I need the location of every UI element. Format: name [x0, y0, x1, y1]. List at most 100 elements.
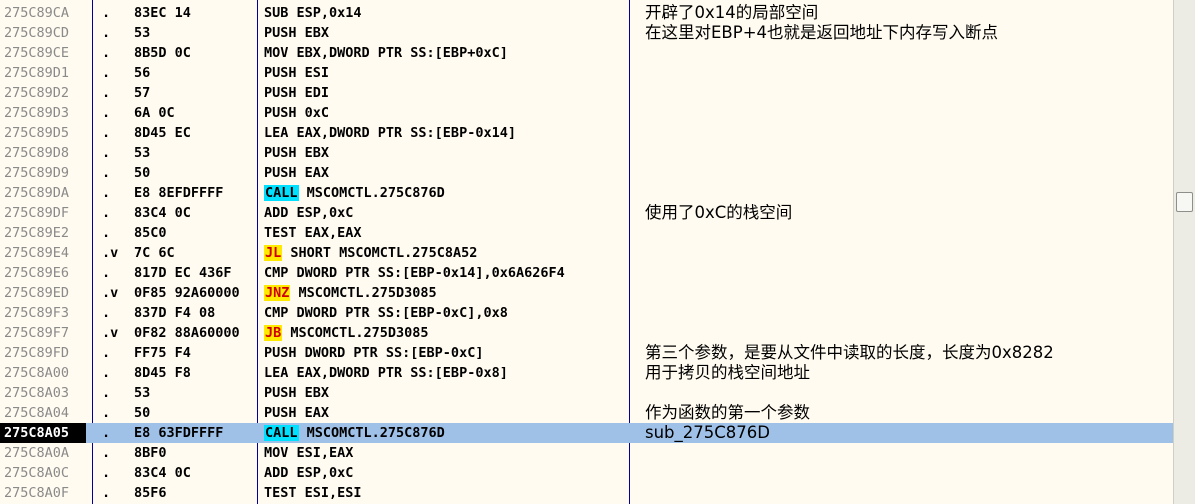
jump-marker: .v — [102, 285, 119, 301]
hex-bytes-cell: 57 — [134, 85, 151, 101]
table-row[interactable]: 275C8A0C. 83C4 0C ADD ESP,0xC — [0, 463, 1173, 483]
hex-bytes-cell: 83C4 0C — [134, 205, 191, 221]
address-cell: 275C89E2 — [4, 225, 70, 241]
table-row[interactable]: 275C8A0A. 8BF0 MOV ESI,EAX — [0, 443, 1173, 463]
comment-cell — [645, 383, 1173, 403]
hex-bytes-cell: 8D45 EC — [134, 125, 191, 141]
hex-bytes-cell: 50 — [134, 405, 151, 421]
jump-marker: . — [102, 125, 111, 141]
table-row[interactable]: 275C89ED .v 0F85 92A60000 JNZ MSCOMCTL.275D… — [0, 283, 1173, 303]
hex-bytes-cell: 6A 0C — [134, 105, 175, 121]
table-row[interactable]: 275C89D8. 53 PUSH EBX — [0, 143, 1173, 163]
address-cell: 275C8A00 — [4, 365, 70, 381]
address-cell: 275C89DA — [4, 185, 70, 201]
instruction-text: MSCOMCTL.275D3085 — [290, 285, 437, 301]
table-row[interactable]: 275C89D2. 57 PUSH EDI — [0, 83, 1173, 103]
comment-cell — [645, 283, 1173, 303]
table-row[interactable]: 275C8A03. 53 PUSH EBX — [0, 383, 1173, 403]
jump-marker: . — [102, 405, 111, 421]
disassembly-cell: PUSH DWORD PTR SS:[EBP-0xC] — [264, 343, 630, 363]
address-cell: 275C89CE — [4, 45, 70, 61]
disassembly-cell: SUB ESP,0x14 — [264, 3, 630, 23]
disassembly-listing[interactable]: 275C89CA. 83EC 14 SUB ESP,0x14 开辟了0x14的局部空间… — [0, 0, 1173, 504]
comment-cell — [645, 443, 1173, 463]
table-row[interactable]: 275C8A0F. 85F6 TEST ESI,ESI — [0, 483, 1173, 503]
disassembly-cell: CALL MSCOMCTL.275C876D — [264, 183, 630, 203]
address-cell: 275C89FD — [4, 345, 70, 361]
instruction-text: PUSH EDI — [264, 85, 330, 101]
address-cell: 275C8A03 — [4, 385, 70, 401]
comment-cell — [645, 243, 1173, 263]
hex-bytes-cell: 8BF0 — [134, 445, 167, 461]
table-row[interactable]: 275C89F3. 837D F4 08 CMP DWORD PTR SS:[EBP… — [0, 303, 1173, 323]
address-cell: 275C89E4 — [4, 245, 70, 261]
table-row[interactable]: 275C89DA. E8 8EFDFFFF CALL MSCOMCTL.275C87… — [0, 183, 1173, 203]
instruction-text: PUSH EAX — [264, 165, 330, 181]
disassembly-cell: CMP DWORD PTR SS:[EBP-0xC],0x8 — [264, 303, 630, 323]
comment-cell: 用于拷贝的栈空间地址 — [645, 363, 810, 382]
hex-bytes-cell: 0F85 92A60000 — [134, 285, 240, 301]
instruction-text: MSCOMCTL.275D3085 — [282, 325, 429, 341]
jump-marker: .v — [102, 325, 119, 341]
hex-bytes-cell: 7C 6C — [134, 245, 175, 261]
comment-cell: 开辟了0x14的局部空间 — [645, 3, 819, 22]
table-row[interactable]: 275C89F7 .v 0F82 88A60000 JB MSCOMCTL.275D3… — [0, 323, 1173, 343]
table-row[interactable]: 275C89D9. 50 PUSH EAX — [0, 163, 1173, 183]
comment-cell — [645, 123, 1173, 143]
instruction-text: PUSH EBX — [264, 145, 330, 161]
instruction-text: PUSH 0xC — [264, 105, 330, 121]
comment-cell — [645, 483, 1173, 503]
table-row[interactable]: 275C89FD. FF75 F4 PUSH DWORD PTR SS:[EBP-0… — [0, 343, 1173, 363]
address-cell: 275C89D2 — [4, 85, 70, 101]
jump-marker: . — [102, 425, 111, 441]
comment-cell: sub_275C876D — [645, 423, 770, 442]
instruction-text: MOV ESI,EAX — [264, 445, 354, 461]
instruction-text: LEA EAX,DWORD PTR SS:[EBP-0x14] — [264, 125, 516, 141]
comment-cell: 作为函数的第一个参数 — [645, 403, 810, 422]
table-row[interactable]: 275C89CA. 83EC 14 SUB ESP,0x14 开辟了0x14的局部空间 — [0, 3, 1173, 23]
address-cell: 275C89D3 — [4, 105, 70, 121]
disassembly-cell: PUSH EDI — [264, 83, 630, 103]
address-cell: 275C8A0C — [4, 465, 70, 481]
scrollbar-thumb[interactable] — [1176, 192, 1193, 212]
address-cell: 275C8A05 — [0, 423, 86, 443]
comment-cell: 第三个参数，是要从文件中读取的长度，长度为0x8282 — [645, 343, 1054, 362]
jump-marker: . — [102, 385, 111, 401]
table-row[interactable]: 275C8A04. 50 PUSH EAX 作为函数的第一个参数 — [0, 403, 1173, 423]
disassembly-cell: LEA EAX,DWORD PTR SS:[EBP-0x8] — [264, 363, 630, 383]
disassembly-cell: PUSH EBX — [264, 23, 630, 43]
jump-marker: . — [102, 445, 111, 461]
comment-cell — [645, 303, 1173, 323]
disassembly-cell: PUSH EAX — [264, 403, 630, 423]
table-row[interactable]: 275C8A00. 8D45 F8 LEA EAX,DWORD PTR SS:[EB… — [0, 363, 1173, 383]
hex-bytes-cell: 0F82 88A60000 — [134, 325, 240, 341]
disassembly-cell: ADD ESP,0xC — [264, 203, 630, 223]
table-row[interactable]: 275C89CE. 8B5D 0C MOV EBX,DWORD PTR SS:[EB… — [0, 43, 1173, 63]
disassembly-cell: PUSH 0xC — [264, 103, 630, 123]
table-row[interactable]: 275C89D3. 6A 0C PUSH 0xC — [0, 103, 1173, 123]
table-row[interactable]: 275C89E4 .v 7C 6C JL SHORT MSCOMCTL.275C8A5… — [0, 243, 1173, 263]
disassembly-cell: JNZ MSCOMCTL.275D3085 — [264, 283, 630, 303]
disassembly-cell: TEST ESI,ESI — [264, 483, 630, 503]
address-cell: 275C8A0F — [4, 485, 70, 501]
table-row[interactable]: 275C89CD. 53 PUSH EBX 在这里对EBP+4也就是返回地址下内存写入… — [0, 23, 1173, 43]
table-row[interactable]: 275C89E2. 85C0 TEST EAX,EAX — [0, 223, 1173, 243]
jump-marker: . — [102, 25, 111, 41]
table-row[interactable]: 275C89D5. 8D45 EC LEA EAX,DWORD PTR SS:[EB… — [0, 123, 1173, 143]
vertical-scrollbar[interactable] — [1173, 0, 1195, 504]
hex-bytes-cell: 83EC 14 — [134, 5, 191, 21]
jump-marker: .v — [102, 245, 119, 261]
jump-marker: . — [102, 165, 111, 181]
table-row[interactable]: 275C89D1. 56 PUSH ESI — [0, 63, 1173, 83]
comment-cell — [645, 103, 1173, 123]
table-row[interactable]: 275C89E6. 817D EC 436F CMP DWORD PTR SS:[E… — [0, 263, 1173, 283]
address-cell: 275C8A04 — [4, 405, 70, 421]
comment-cell — [645, 263, 1173, 283]
comment-cell — [645, 223, 1173, 243]
instruction-text: PUSH EAX — [264, 405, 330, 421]
jump-marker: . — [102, 485, 111, 501]
table-row[interactable]: 275C8A05. E8 63FDFFFF CALL MSCOMCTL.275C87… — [0, 423, 1173, 443]
table-row[interactable]: 275C89DF. 83C4 0C ADD ESP,0xC 使用了0xC的栈空间 — [0, 203, 1173, 223]
jump-marker: . — [102, 225, 111, 241]
hex-bytes-cell: 56 — [134, 65, 151, 81]
